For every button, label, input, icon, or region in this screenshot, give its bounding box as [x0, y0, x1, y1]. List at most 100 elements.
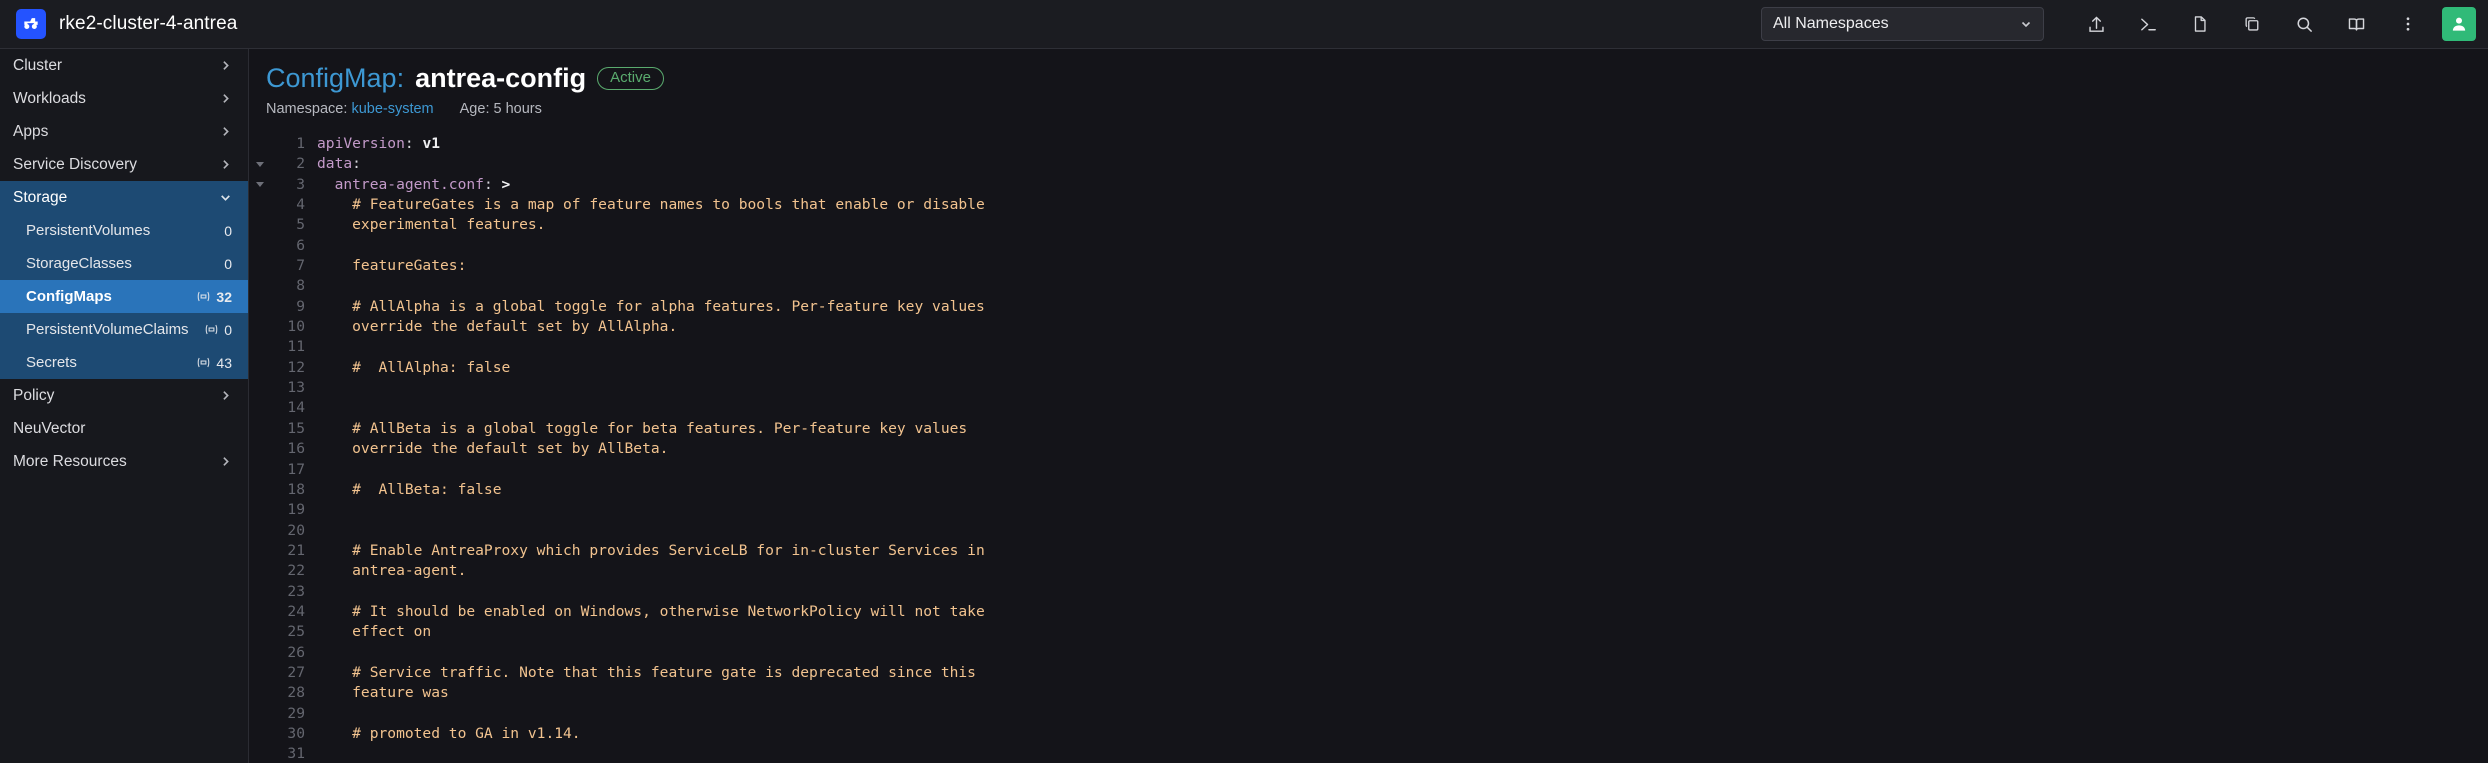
line-number: 23	[287, 582, 305, 600]
sidebar-item-label: ConfigMaps	[26, 288, 112, 305]
fold-cell	[249, 500, 271, 520]
copy-icon	[2245, 17, 2259, 31]
fold-cell	[249, 134, 271, 154]
line-number: 21	[287, 541, 305, 559]
namespaced-resource-icon	[198, 357, 210, 368]
line-number: 5	[296, 216, 305, 234]
sidebar-group-cluster[interactable]: Cluster	[0, 49, 248, 82]
sidebar-item-label: PersistentVolumeClaims	[26, 321, 189, 338]
sidebar-item-configmaps[interactable]: ConfigMaps 32	[0, 280, 248, 313]
body-wrapper: Cluster Workloads Apps Service Discovery…	[0, 49, 2488, 763]
sidebar-group-label: Workloads	[13, 89, 86, 107]
fold-cell	[249, 643, 271, 663]
count-value: 32	[216, 288, 232, 305]
sidebar-group-service-discovery[interactable]: Service Discovery	[0, 148, 248, 181]
code-line: # AllAlpha: false	[317, 358, 2488, 378]
line-number: 15	[287, 419, 305, 437]
fold-triangle-icon[interactable]	[256, 162, 264, 168]
fold-cell	[249, 744, 271, 763]
code-token: override the default set by AllAlpha.	[317, 318, 678, 336]
fold-triangle-icon[interactable]	[256, 182, 264, 188]
fold-cell	[249, 337, 271, 357]
code-token: :	[483, 175, 502, 193]
user-avatar-icon	[2452, 17, 2466, 31]
sidebar-group-workloads[interactable]: Workloads	[0, 82, 248, 115]
sidebar-group-storage[interactable]: Storage	[0, 181, 248, 214]
chevron-right-icon	[223, 94, 229, 103]
code-token: override the default set by AllBeta.	[317, 440, 669, 458]
code-token: antrea-agent.	[317, 562, 467, 580]
code-token: # AllAlpha: false	[317, 358, 511, 376]
sidebar-group-policy[interactable]: Policy	[0, 379, 248, 412]
user-avatar[interactable]	[2442, 7, 2476, 41]
code-token: apiVersion	[317, 135, 405, 152]
sidebar-item-label: Secrets	[26, 354, 77, 371]
fold-cell	[249, 480, 271, 500]
code-token: # Service traffic. Note that this featur…	[317, 663, 976, 681]
code-line: experimental features.	[317, 215, 2488, 235]
sidebar-group-label: Storage	[13, 188, 68, 206]
brand-home-link[interactable]: rke2-cluster-4-antrea	[0, 0, 248, 48]
fold-cell	[249, 663, 271, 683]
sidebar-item-persistentvolumes[interactable]: PersistentVolumes 0	[0, 214, 248, 247]
kubectl-shell-button[interactable]	[2122, 0, 2174, 49]
sidebar-item-storageclasses[interactable]: StorageClasses 0	[0, 247, 248, 280]
line-number: 14	[287, 399, 305, 417]
cluster-copy-button[interactable]	[2226, 0, 2278, 49]
code-content[interactable]: apiVersion: v1 data: antrea-agent.conf: >…	[305, 128, 2488, 763]
fold-cell[interactable]	[249, 154, 271, 174]
sidebar-item-secrets[interactable]: Secrets 43	[0, 346, 248, 379]
docs-button[interactable]	[2174, 0, 2226, 49]
import-yaml-button[interactable]	[2070, 0, 2122, 49]
fold-cell	[249, 378, 271, 398]
count-value: 0	[224, 255, 232, 272]
code-line: # promoted to GA in v1.14.	[317, 724, 2488, 744]
chevron-right-icon	[223, 160, 229, 169]
line-number: 22	[287, 562, 305, 580]
fold-cell	[249, 683, 271, 703]
line-number: 6	[296, 236, 305, 254]
search-icon	[2296, 16, 2312, 32]
fold-cell	[249, 439, 271, 459]
namespace-filter-value: All Namespaces	[1773, 15, 1889, 32]
sidebar-item-count: 0	[224, 223, 232, 239]
code-token: # promoted to GA in v1.14.	[317, 724, 581, 742]
upload-icon	[2088, 15, 2104, 32]
line-number: 2	[296, 155, 305, 173]
sidebar-item-persistentvolumeclaims[interactable]: PersistentVolumeClaims 0	[0, 313, 248, 346]
sidebar-group-neuvector[interactable]: NeuVector	[0, 412, 248, 445]
line-number: 17	[287, 460, 305, 478]
more-menu-button[interactable]	[2382, 0, 2434, 49]
fold-cell	[249, 622, 271, 642]
code-token: experimental features.	[317, 216, 546, 234]
namespace-link[interactable]: kube-system	[351, 101, 433, 117]
fold-cell	[249, 317, 271, 337]
line-number: 27	[287, 663, 305, 681]
yaml-viewer[interactable]: 1 2 3 4 5 6 7 8 9 10 11 12 13 14 15 16 17 18 19 20 21 22 23 24 2…	[249, 128, 2488, 763]
fold-cell	[249, 460, 271, 480]
code-line: # Service traffic. Note that this featur…	[317, 663, 2488, 683]
code-fold-column[interactable]	[249, 128, 271, 763]
help-button[interactable]	[2330, 0, 2382, 49]
count-value: 43	[216, 354, 232, 371]
code-token: # AllAlpha is a global toggle for alpha …	[317, 297, 985, 315]
main-content: ConfigMap: antrea-config Active Namespac…	[248, 49, 2488, 763]
chevron-down-icon	[221, 195, 230, 201]
resource-kind-link[interactable]: ConfigMap:	[266, 63, 404, 94]
line-number: 24	[287, 602, 305, 620]
code-token: >	[501, 175, 511, 193]
sidebar-group-more-resources[interactable]: More Resources	[0, 445, 248, 478]
code-line: # Enable AntreaProxy which provides Serv…	[317, 541, 2488, 561]
search-button[interactable]	[2278, 0, 2330, 49]
namespace-filter-select[interactable]: All Namespaces	[1761, 7, 2044, 41]
count-value: 0	[224, 321, 232, 338]
rancher-logo-icon	[16, 9, 46, 39]
line-number: 9	[296, 297, 305, 315]
code-line: # AllAlpha is a global toggle for alpha …	[317, 297, 2488, 317]
sidebar-item-count: 0	[204, 322, 232, 338]
sidebar-group-apps[interactable]: Apps	[0, 115, 248, 148]
fold-cell[interactable]	[249, 175, 271, 195]
